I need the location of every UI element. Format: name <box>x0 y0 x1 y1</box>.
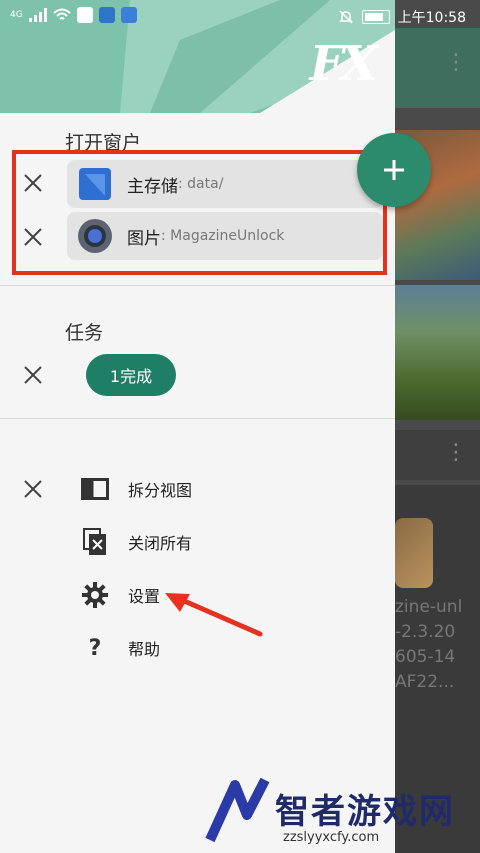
navigation-drawer: FX 打开窗户 主存储: data/ 图片: MagazineUnlock 任务… <box>0 0 395 853</box>
signal-icon <box>28 8 47 22</box>
menu-item-close-all[interactable]: 关闭所有 <box>80 527 192 557</box>
app-logo: FX <box>309 36 378 92</box>
divider <box>0 285 395 286</box>
menu-item-label: 设置 <box>128 587 161 606</box>
watermark-title: 智者游戏网 <box>275 792 455 832</box>
wifi-icon <box>53 8 71 20</box>
background-photo <box>395 285 480 420</box>
menu-item-label: 拆分视图 <box>128 481 193 500</box>
background-toolbar <box>395 28 480 108</box>
menu-item-split-view[interactable]: 拆分视图 <box>80 474 192 504</box>
status-bar: 4G 上午10:58 <box>0 0 480 32</box>
background-toolbar: ⋮ <box>395 430 480 480</box>
mute-bell-icon <box>338 10 353 24</box>
background-file-thumbnail <box>395 518 433 588</box>
background-overflow-icon: ⋮ <box>445 50 467 75</box>
annotation-highlight-box <box>12 150 387 275</box>
tasks-done-button[interactable]: 1完成 <box>86 354 176 396</box>
notification-icon <box>76 7 93 23</box>
menu-item-label: 关闭所有 <box>128 534 193 553</box>
status-time: 上午10:58 <box>397 10 466 26</box>
watermark-logo-icon <box>205 777 270 843</box>
annotation-arrow <box>165 593 263 637</box>
menu-item-help[interactable]: ? 帮助 <box>80 633 160 663</box>
split-view-icon <box>80 474 110 504</box>
gear-icon <box>80 580 110 610</box>
plus-icon <box>384 160 404 180</box>
add-fab-button[interactable] <box>357 133 431 207</box>
divider <box>0 418 395 419</box>
battery-icon <box>361 10 390 24</box>
background-file-name: zine-unl -2.3.20 605-14 AF22... <box>395 597 463 692</box>
close-tasks-icon[interactable] <box>22 364 44 386</box>
background-overflow-icon: ⋮ <box>445 440 467 465</box>
help-icon: ? <box>88 635 102 661</box>
network-type: 4G <box>10 10 23 20</box>
background-app: ⋮ ⋮ zine-unl -2.3.20 605-14 AF22... <box>395 0 480 853</box>
watermark-url: zzslyyxcfy.com <box>283 830 380 845</box>
cloud-icon <box>120 7 137 23</box>
menu-item-settings[interactable]: 设置 <box>80 580 160 610</box>
close-all-icon <box>80 527 110 557</box>
close-icon[interactable] <box>22 478 44 500</box>
shield-icon <box>98 7 115 23</box>
watermark: 智者游戏网 zzslyyxcfy.com <box>205 770 480 850</box>
menu-item-label: 帮助 <box>128 640 161 659</box>
tasks-title: 任务 <box>65 322 104 344</box>
